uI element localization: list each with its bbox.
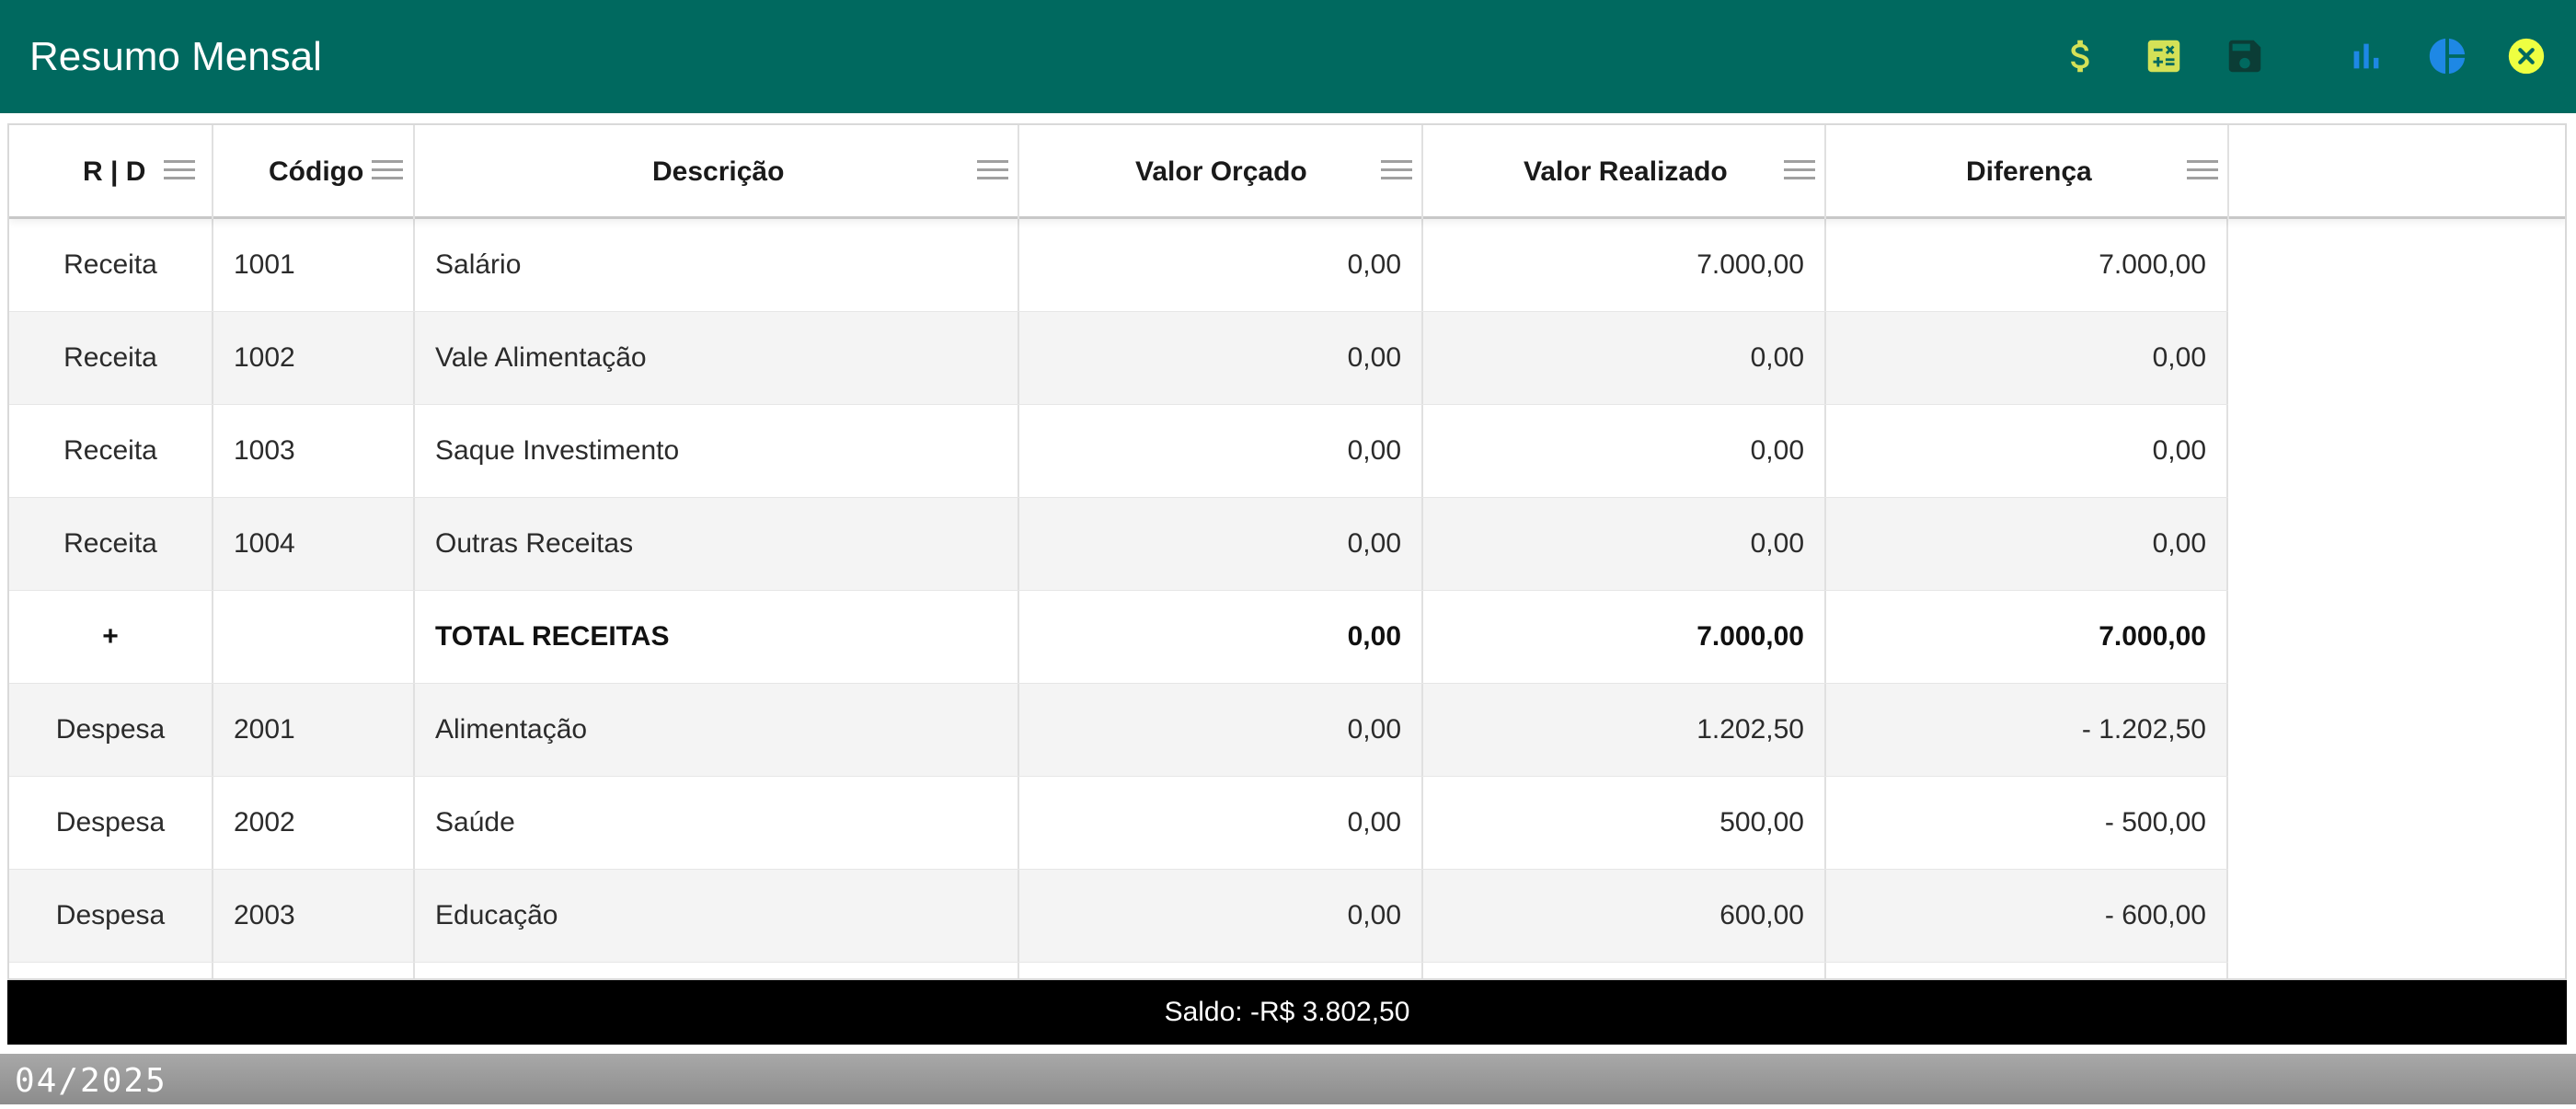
cell-diferenca: 0,00 xyxy=(1826,405,2228,497)
table-row[interactable]: Receita 1002 Vale Alimentação 0,00 0,00 … xyxy=(9,312,2228,405)
table-row[interactable]: Receita 1001 Salário 0,00 7.000,00 7.000… xyxy=(9,219,2228,312)
cell-descricao: Salário xyxy=(415,219,1019,311)
cell-valor-realizado: 0,00 xyxy=(1423,498,1826,590)
cell-empty xyxy=(9,963,213,978)
cell-descricao: Saúde xyxy=(415,777,1019,869)
cell-valor-realizado: 7.000,00 xyxy=(1423,219,1826,311)
cell-diferenca: 0,00 xyxy=(1826,498,2228,590)
cell-codigo: 1003 xyxy=(213,405,415,497)
table-row[interactable]: Despesa 2002 Saúde 0,00 500,00 - 500,00 xyxy=(9,777,2228,870)
column-header-codigo[interactable]: Código xyxy=(213,125,415,219)
cell-valor-realizado: 500,00 xyxy=(1423,777,1826,869)
status-bar: 04/2025 xyxy=(0,1054,2576,1104)
cell-valor-orcado: 0,00 xyxy=(1019,777,1423,869)
cell-diferenca: - 1.202,50 xyxy=(1826,684,2228,776)
cell-rd: Despesa xyxy=(9,870,213,962)
cell-rd: Receita xyxy=(9,312,213,404)
cell-codigo: 1001 xyxy=(213,219,415,311)
column-menu-icon[interactable] xyxy=(2187,160,2218,182)
cell-valor-realizado: 7.000,00 xyxy=(1423,591,1826,683)
table-body: Receita 1001 Salário 0,00 7.000,00 7.000… xyxy=(9,219,2565,978)
bar-chart-icon[interactable] xyxy=(2340,30,2392,82)
period-label: 04/2025 xyxy=(15,1062,167,1100)
table-row[interactable]: Receita 1004 Outras Receitas 0,00 0,00 0… xyxy=(9,498,2228,591)
cell-valor-realizado: 0,00 xyxy=(1423,405,1826,497)
close-icon[interactable] xyxy=(2501,30,2552,82)
cell-codigo: 1004 xyxy=(213,498,415,590)
saldo-footer: Saldo: -R$ 3.802,50 xyxy=(7,980,2567,1045)
cell-empty xyxy=(415,963,1019,978)
column-header-label: Diferença xyxy=(1966,156,2092,187)
cell-rd: Despesa xyxy=(9,684,213,776)
cell-valor-realizado: 1.202,50 xyxy=(1423,684,1826,776)
column-header-descricao[interactable]: Descrição xyxy=(415,125,1019,219)
column-header-valor-realizado[interactable]: Valor Realizado xyxy=(1423,125,1826,219)
column-header-rd[interactable]: R | D xyxy=(9,125,213,219)
column-header-diferenca[interactable]: Diferença xyxy=(1826,125,2229,219)
cell-diferenca: 0,00 xyxy=(1826,312,2228,404)
cell-valor-realizado: 0,00 xyxy=(1423,312,1826,404)
window-title: Resumo Mensal xyxy=(29,34,322,79)
column-menu-icon[interactable] xyxy=(164,160,195,182)
cell-empty xyxy=(1423,963,1826,978)
column-header-valor-orcado[interactable]: Valor Orçado xyxy=(1019,125,1423,219)
cell-valor-orcado: 0,00 xyxy=(1019,405,1423,497)
cell-diferenca: 7.000,00 xyxy=(1826,591,2228,683)
cell-rd: Receita xyxy=(9,498,213,590)
cell-diferenca: 7.000,00 xyxy=(1826,219,2228,311)
cell-rd: Receita xyxy=(9,219,213,311)
total-receitas-row[interactable]: + TOTAL RECEITAS 0,00 7.000,00 7.000,00 xyxy=(9,591,2228,684)
cell-diferenca: - 600,00 xyxy=(1826,870,2228,962)
cell-valor-orcado: 0,00 xyxy=(1019,591,1423,683)
cell-empty xyxy=(1019,963,1423,978)
column-header-label: Valor Realizado xyxy=(1524,156,1728,187)
cell-codigo: 2003 xyxy=(213,870,415,962)
cell-codigo: 1002 xyxy=(213,312,415,404)
save-icon[interactable] xyxy=(2219,30,2271,82)
cell-rd: + xyxy=(9,591,213,683)
cell-rd: Receita xyxy=(9,405,213,497)
cell-valor-orcado: 0,00 xyxy=(1019,312,1423,404)
cell-descricao: Educação xyxy=(415,870,1019,962)
cell-descricao: Alimentação xyxy=(415,684,1019,776)
column-header-label: R | D xyxy=(83,156,146,187)
cell-descricao: Outras Receitas xyxy=(415,498,1019,590)
column-menu-icon[interactable] xyxy=(977,160,1008,182)
cell-codigo: 2002 xyxy=(213,777,415,869)
column-header-label: Código xyxy=(269,156,364,187)
cell-empty xyxy=(1826,963,2228,978)
table-header: R | D Código Descrição Valor Orçado Valo… xyxy=(9,125,2565,219)
cell-codigo: 2001 xyxy=(213,684,415,776)
cell-valor-orcado: 0,00 xyxy=(1019,684,1423,776)
summary-table: R | D Código Descrição Valor Orçado Valo… xyxy=(7,123,2567,980)
column-menu-icon[interactable] xyxy=(372,160,403,182)
calculator-icon[interactable] xyxy=(2138,30,2190,82)
cell-descricao: Saque Investimento xyxy=(415,405,1019,497)
column-header-label: Descrição xyxy=(652,156,785,187)
column-menu-icon[interactable] xyxy=(1784,160,1815,182)
table-row[interactable]: Despesa 2003 Educação 0,00 600,00 - 600,… xyxy=(9,870,2228,963)
cell-rd: Despesa xyxy=(9,777,213,869)
table-row[interactable]: Despesa 2001 Alimentação 0,00 1.202,50 -… xyxy=(9,684,2228,777)
cell-empty xyxy=(213,963,415,978)
cell-valor-orcado: 0,00 xyxy=(1019,498,1423,590)
cell-valor-orcado: 0,00 xyxy=(1019,219,1423,311)
cell-descricao: Vale Alimentação xyxy=(415,312,1019,404)
column-menu-icon[interactable] xyxy=(1381,160,1412,182)
table-row-partial xyxy=(9,963,2228,978)
dollar-icon[interactable] xyxy=(2055,30,2107,82)
cell-valor-realizado: 600,00 xyxy=(1423,870,1826,962)
cell-diferenca: - 500,00 xyxy=(1826,777,2228,869)
title-bar: Resumo Mensal xyxy=(0,0,2576,113)
cell-codigo xyxy=(213,591,415,683)
cell-valor-orcado: 0,00 xyxy=(1019,870,1423,962)
pie-chart-icon[interactable] xyxy=(2421,30,2473,82)
column-header-label: Valor Orçado xyxy=(1135,156,1307,187)
table-row[interactable]: Receita 1003 Saque Investimento 0,00 0,0… xyxy=(9,405,2228,498)
cell-descricao: TOTAL RECEITAS xyxy=(415,591,1019,683)
